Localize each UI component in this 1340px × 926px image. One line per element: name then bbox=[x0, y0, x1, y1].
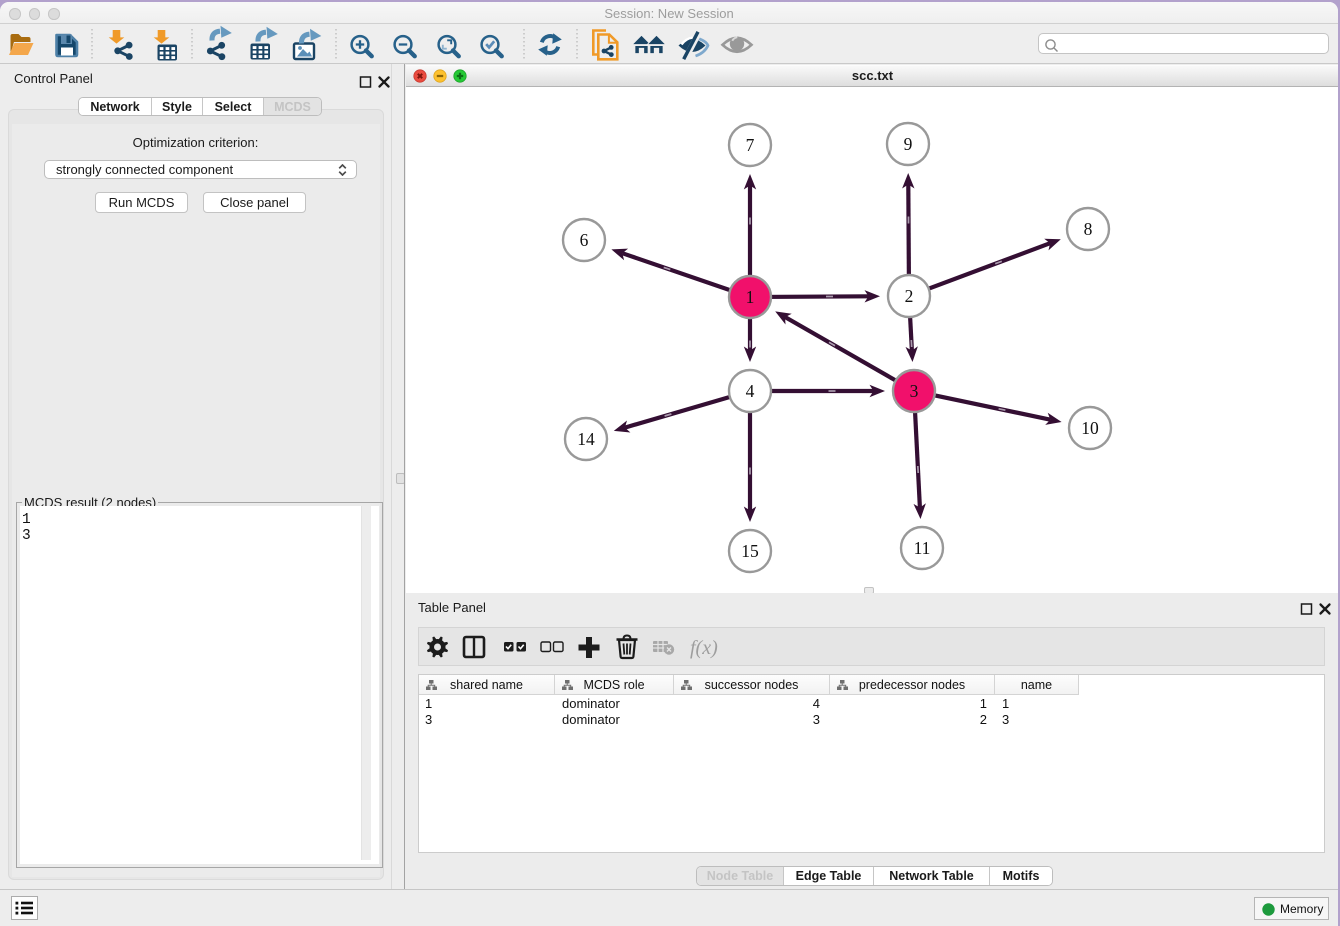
svg-text:2: 2 bbox=[905, 286, 914, 306]
svg-text:f(x): f(x) bbox=[690, 637, 718, 659]
svg-text:15: 15 bbox=[741, 541, 759, 561]
svg-text:7: 7 bbox=[746, 135, 755, 155]
svg-text:6: 6 bbox=[580, 230, 589, 250]
svg-text:11: 11 bbox=[914, 538, 931, 558]
svg-text:3: 3 bbox=[910, 381, 919, 401]
svg-text:1: 1 bbox=[746, 287, 755, 307]
svg-text:14: 14 bbox=[577, 429, 595, 449]
svg-text:4: 4 bbox=[746, 381, 755, 401]
svg-text:8: 8 bbox=[1084, 219, 1093, 239]
svg-text:10: 10 bbox=[1081, 418, 1099, 438]
svg-text:9: 9 bbox=[904, 134, 913, 154]
